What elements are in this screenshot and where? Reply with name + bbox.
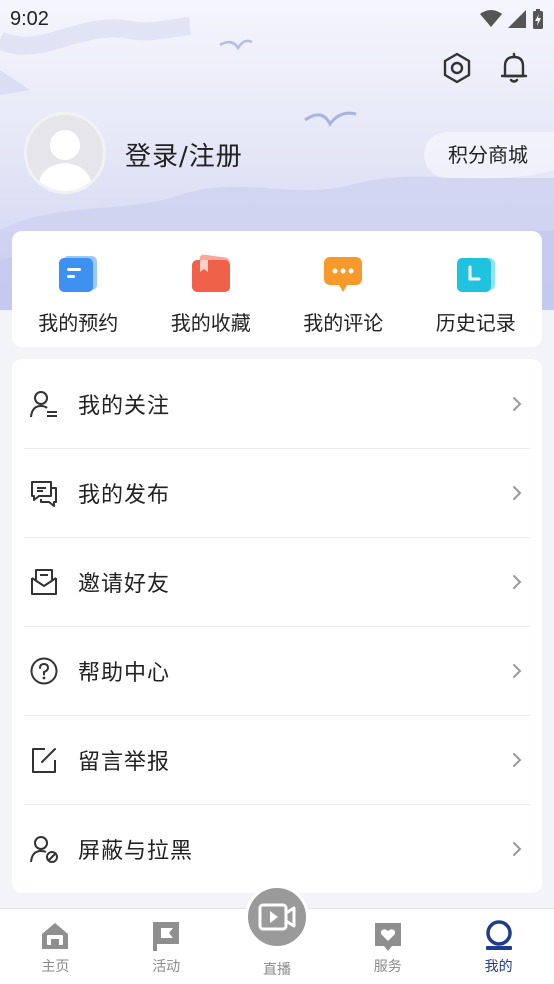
avatar[interactable] — [24, 112, 106, 194]
profile-icon — [482, 919, 516, 953]
edit-report-icon — [28, 744, 60, 776]
default-avatar-icon — [37, 130, 93, 191]
tab-label: 活动 — [152, 959, 181, 975]
shortcut-label: 我的评论 — [303, 311, 384, 335]
comment-icon — [322, 253, 364, 295]
menu-list: 我的关注 我的发布 邀请好友 帮助中心 留言举报 屏蔽与拉黑 — [12, 359, 542, 893]
points-mall-button[interactable]: 积分商城 — [424, 132, 554, 178]
chat-bubbles-icon — [28, 477, 60, 509]
shortcut-label: 我的收藏 — [170, 311, 251, 335]
shortcut-appointments[interactable]: 我的预约 — [12, 231, 145, 347]
signal-icon — [508, 10, 526, 28]
menu-item-following[interactable]: 我的关注 — [12, 359, 542, 448]
wifi-icon — [480, 10, 502, 27]
shortcut-comments[interactable]: 我的评论 — [277, 231, 410, 347]
home-icon — [38, 919, 72, 953]
live-video-icon[interactable] — [244, 885, 309, 949]
tab-label: 服务 — [373, 959, 402, 975]
menu-item-label: 邀请好友 — [78, 571, 171, 597]
chevron-right-icon — [513, 396, 522, 411]
status-bar: 9:02 — [0, 0, 554, 38]
tab-services[interactable]: 服务 — [332, 909, 443, 984]
bottom-tab-bar: 主页 活动 直播 服务 我的 — [0, 885, 554, 984]
shortcut-label: 我的预约 — [38, 311, 119, 335]
menu-item-invite-friends[interactable]: 邀请好友 — [12, 537, 542, 626]
history-icon — [455, 253, 497, 295]
menu-item-feedback-report[interactable]: 留言举报 — [12, 715, 542, 804]
battery-icon — [533, 9, 543, 29]
tab-activities[interactable]: 活动 — [111, 909, 222, 984]
chevron-right-icon — [513, 574, 522, 589]
chevron-right-icon — [513, 752, 522, 767]
user-block-icon — [28, 833, 60, 865]
bell-icon[interactable] — [494, 48, 534, 88]
invite-mail-icon — [28, 566, 60, 598]
menu-item-my-posts[interactable]: 我的发布 — [12, 448, 542, 537]
help-circle-icon — [28, 655, 60, 687]
menu-item-help-center[interactable]: 帮助中心 — [12, 626, 542, 715]
favorites-icon — [190, 253, 232, 295]
chevron-right-icon — [513, 485, 522, 500]
menu-item-label: 屏蔽与拉黑 — [78, 838, 194, 864]
shortcut-label: 历史记录 — [435, 311, 516, 335]
menu-item-label: 留言举报 — [78, 749, 171, 775]
tab-label: 主页 — [41, 959, 70, 975]
status-icons — [480, 9, 544, 29]
user-follow-icon — [28, 388, 60, 420]
status-time: 9:02 — [10, 7, 49, 30]
tab-label: 直播 — [262, 962, 291, 978]
login-register-link[interactable]: 登录/注册 — [125, 136, 243, 173]
chevron-right-icon — [513, 663, 522, 678]
shortcut-card: 我的预约 我的收藏 我的评论 历史记录 — [12, 231, 542, 347]
tab-mine[interactable]: 我的 — [443, 909, 554, 984]
menu-item-label: 我的发布 — [78, 482, 171, 508]
flag-icon — [149, 919, 183, 953]
tab-label: 我的 — [484, 959, 513, 975]
menu-item-label: 帮助中心 — [78, 660, 171, 686]
shortcut-history[interactable]: 历史记录 — [410, 231, 543, 347]
settings-icon[interactable] — [437, 48, 477, 88]
service-heart-icon — [371, 919, 405, 953]
menu-item-block-list[interactable]: 屏蔽与拉黑 — [12, 804, 542, 893]
shortcut-favorites[interactable]: 我的收藏 — [145, 231, 278, 347]
menu-item-label: 我的关注 — [78, 393, 171, 419]
tab-live[interactable]: 直播 — [222, 885, 333, 984]
chevron-right-icon — [513, 841, 522, 856]
tab-home[interactable]: 主页 — [0, 909, 111, 984]
appointment-icon — [57, 253, 99, 295]
